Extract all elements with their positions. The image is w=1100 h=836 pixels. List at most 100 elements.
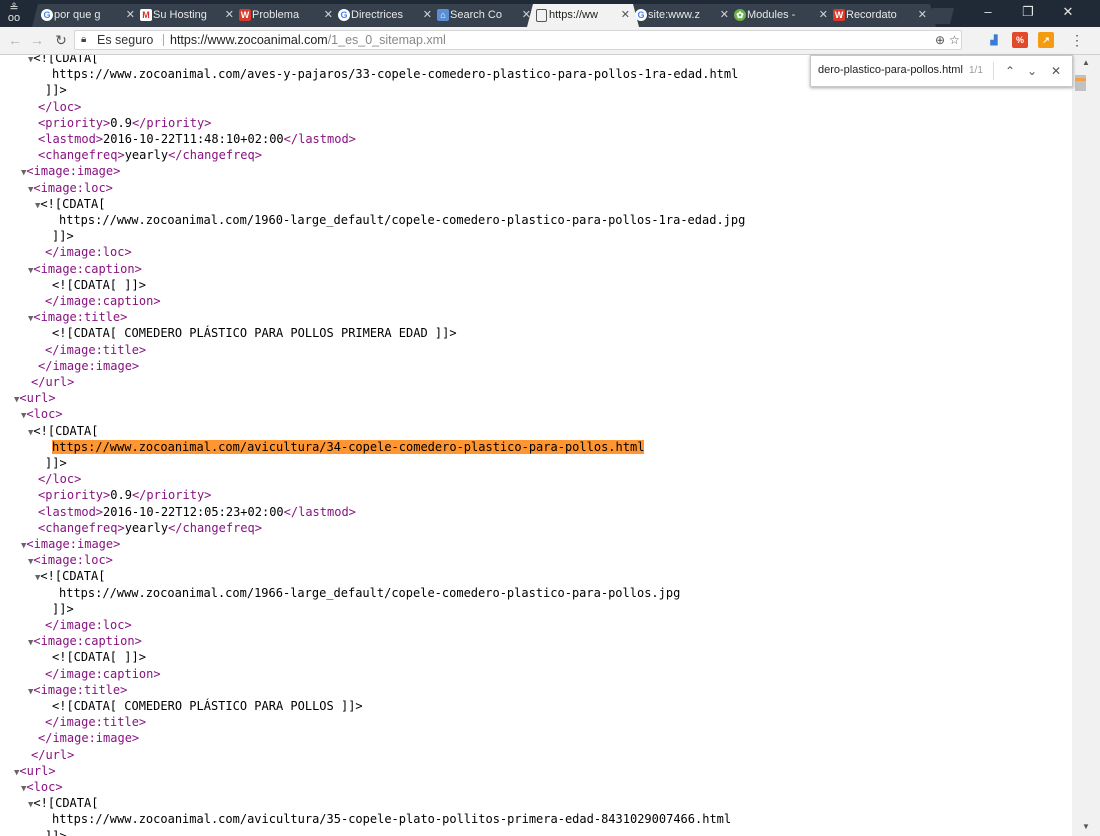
xml-text: https://www.zocoanimal.com/aves-y-pajaro… bbox=[52, 67, 739, 82]
xml-line: ▼<image:title> bbox=[28, 682, 127, 698]
xml-line: </loc> bbox=[38, 99, 81, 115]
xml-tag: <image:image> bbox=[26, 537, 121, 551]
xml-text: 0.9 bbox=[110, 488, 132, 503]
minimize-icon[interactable]: – bbox=[968, 2, 1008, 24]
tab-title: Modules - bbox=[747, 9, 796, 21]
xml-line: ▼<![CDATA[ bbox=[35, 568, 105, 584]
find-next-icon[interactable]: ⌄ bbox=[1023, 62, 1041, 80]
xml-text: <![CDATA[ bbox=[33, 796, 99, 811]
xml-tag: <image:loc> bbox=[33, 180, 113, 195]
w-icon: W bbox=[240, 10, 250, 20]
back-arrow-icon[interactable]: ← bbox=[6, 31, 24, 49]
xml-tag: <lastmod> bbox=[38, 504, 104, 519]
zoom-icon[interactable]: ⊕ bbox=[935, 31, 945, 49]
find-input[interactable]: dero-plastico-para-pollos.html bbox=[818, 64, 963, 76]
new-tab-button[interactable] bbox=[928, 8, 954, 24]
xml-text: yearly bbox=[124, 520, 169, 535]
scroll-up-arrow-icon[interactable]: ▲ bbox=[1082, 58, 1090, 67]
xml-line: </image:loc> bbox=[45, 617, 132, 633]
xml-line: ]]> bbox=[52, 601, 74, 617]
xml-tag: </changefreq> bbox=[168, 148, 262, 163]
xml-line: <changefreq>yearly</changefreq> bbox=[38, 147, 262, 163]
xml-text: <![CDATA[ COMEDERO PLÁSTICO PARA POLLOS … bbox=[52, 699, 363, 713]
browser-tab[interactable]: W Recordato ✕ bbox=[824, 4, 936, 27]
xml-tag: </loc> bbox=[38, 472, 82, 487]
xml-line: ▼<loc> bbox=[21, 406, 63, 422]
google-icon: G bbox=[41, 9, 53, 21]
url-host: https://www.zocoanimal.com bbox=[170, 33, 328, 47]
browser-tab[interactable]: W Problema ✕ bbox=[230, 4, 342, 27]
xml-line: ▼<image:caption> bbox=[28, 261, 142, 277]
xml-tag: <loc> bbox=[26, 407, 63, 422]
xml-tag: </image:image> bbox=[38, 358, 140, 373]
xml-line: https://www.zocoanimal.com/1966-large_de… bbox=[59, 585, 680, 601]
find-match-count: 1/1 bbox=[969, 65, 983, 76]
xml-tag: </image:caption> bbox=[45, 294, 161, 308]
xml-tag: <changefreq> bbox=[38, 520, 125, 535]
analytics-extension-icon[interactable]: ▟ bbox=[986, 32, 1002, 48]
browser-tab[interactable]: Gsite:www.z ✕ bbox=[626, 4, 738, 27]
xml-text: <![CDATA[ bbox=[40, 196, 106, 211]
xml-tag: </image:title> bbox=[45, 715, 147, 730]
xml-line: ]]> bbox=[45, 82, 67, 98]
xml-line: ▼<image:loc> bbox=[28, 180, 113, 196]
percent-extension-icon[interactable]: % bbox=[1012, 32, 1028, 48]
tab-title: site:www.z bbox=[648, 9, 700, 21]
xml-line: <lastmod>2016-10-22T12:05:23+02:00</last… bbox=[38, 504, 356, 520]
browser-tab[interactable]: Gpor que g ✕ bbox=[32, 4, 144, 27]
gmail-icon: M bbox=[140, 9, 152, 21]
xml-tag: </lastmod> bbox=[283, 504, 356, 519]
tab-title: por que g bbox=[54, 9, 101, 21]
xml-tag: </changefreq> bbox=[168, 520, 262, 535]
xml-line: </image:caption> bbox=[45, 666, 161, 682]
xml-line: ▼<![CDATA[ bbox=[28, 55, 98, 66]
url-path: /1_es_0_sitemap.xml bbox=[327, 33, 446, 47]
reload-icon[interactable]: ↻ bbox=[52, 31, 70, 49]
xml-line: ]]> bbox=[52, 228, 74, 244]
window-close-icon[interactable]: ✕ bbox=[1048, 2, 1088, 24]
xml-tag: <image:title> bbox=[33, 310, 128, 325]
xml-text: <![CDATA[ bbox=[33, 423, 99, 438]
modules-icon: ✿ bbox=[734, 9, 746, 21]
browser-menu-icon[interactable]: ⋮ bbox=[1068, 31, 1086, 49]
browser-tab[interactable]: G Directrices ✕ bbox=[329, 4, 441, 27]
xml-line: ▼<image:caption> bbox=[28, 633, 142, 649]
xml-text: <![CDATA[ COMEDERO PLÁSTICO PARA POLLOS … bbox=[52, 326, 457, 341]
xml-text: ]]> bbox=[45, 83, 67, 98]
find-previous-icon[interactable]: ⌃ bbox=[1001, 62, 1019, 80]
chart-extension-icon[interactable]: ↗ bbox=[1038, 32, 1054, 48]
tab-close-icon[interactable]: ✕ bbox=[621, 4, 630, 26]
xml-tag: </image:caption> bbox=[45, 666, 161, 681]
xml-text: https://www.zocoanimal.com/1960-large_de… bbox=[59, 213, 746, 227]
xml-line: ▼<image:image> bbox=[21, 536, 120, 552]
xml-line: ▼<image:title> bbox=[28, 309, 127, 325]
tab-close-icon[interactable]: ✕ bbox=[918, 4, 927, 26]
xml-text: <![CDATA[ bbox=[40, 569, 106, 584]
browser-tab[interactable]: https://ww ✕ bbox=[527, 4, 639, 27]
xml-line: </loc> bbox=[38, 471, 81, 487]
xml-tag: </image:title> bbox=[45, 342, 147, 357]
browser-tab[interactable]: ✿ Modules - ✕ bbox=[725, 4, 837, 27]
xml-line: ▼<![CDATA[ bbox=[28, 795, 98, 811]
bookmark-star-icon[interactable]: ☆ bbox=[949, 31, 960, 49]
forward-arrow-icon[interactable]: → bbox=[28, 31, 46, 49]
xml-line: https://www.zocoanimal.com/avicultura/35… bbox=[52, 811, 731, 827]
xml-line: ▼<url> bbox=[14, 763, 56, 779]
restore-icon[interactable]: ❐ bbox=[1008, 2, 1048, 24]
xml-tag: </loc> bbox=[38, 99, 82, 114]
scroll-down-arrow-icon[interactable]: ▼ bbox=[1082, 822, 1090, 831]
xml-tag: <priority> bbox=[38, 115, 111, 130]
browser-tab[interactable]: M Su Hosting ✕ bbox=[131, 4, 243, 27]
xml-line: <![CDATA[ ]]> bbox=[52, 649, 146, 665]
tab-title: https://ww bbox=[549, 9, 598, 21]
vertical-scrollbar[interactable] bbox=[1072, 55, 1100, 836]
browser-tab[interactable]: ⌂ Search Co ✕ bbox=[428, 4, 540, 27]
xml-line: ▼<image:image> bbox=[21, 163, 120, 179]
xml-line: </image:title> bbox=[45, 342, 146, 358]
xml-tag: </image:image> bbox=[38, 731, 140, 746]
find-close-icon[interactable]: ✕ bbox=[1047, 62, 1065, 80]
document-icon bbox=[536, 9, 547, 22]
xml-tag: <image:caption> bbox=[33, 634, 142, 649]
google-icon: G bbox=[338, 9, 350, 21]
address-bar[interactable]: 🔒︎ Es seguro https://www.zocoanimal.com/… bbox=[74, 30, 962, 50]
